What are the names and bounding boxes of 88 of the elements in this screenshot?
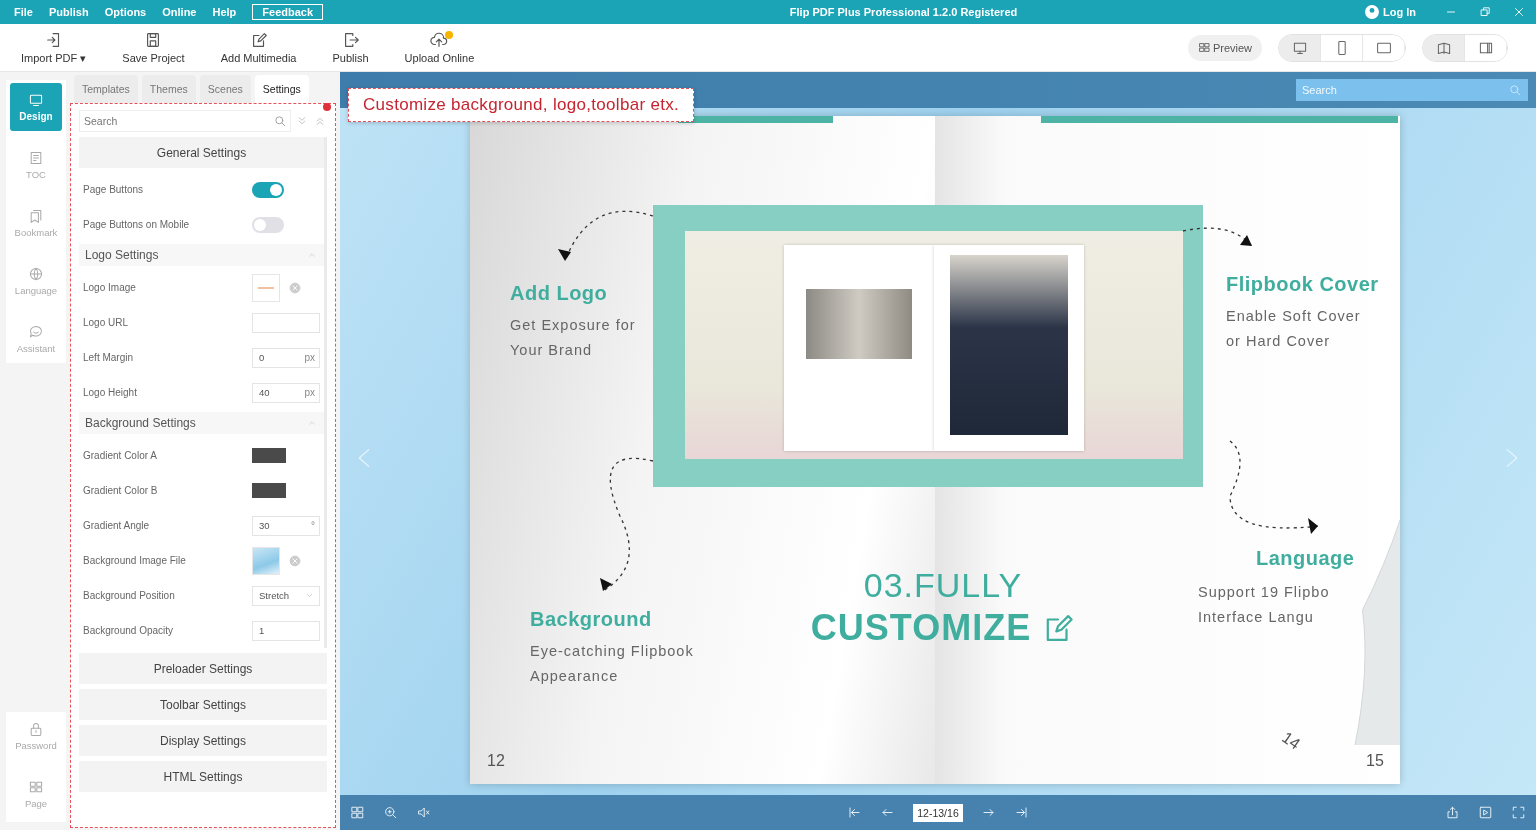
globe-icon (28, 266, 44, 282)
headline-text: CUSTOMIZE (810, 607, 1032, 649)
search-icon (1508, 83, 1522, 97)
qr-grid-icon (1197, 41, 1211, 54)
user-icon (1364, 4, 1380, 20)
coin-badge (445, 30, 454, 39)
sky-image-thumbnail[interactable] (252, 546, 280, 575)
callout-dot (323, 103, 331, 111)
settings-group-header[interactable]: Background Settings (79, 412, 324, 434)
text-field[interactable]: 30 ° (252, 515, 320, 536)
setting-label: Logo Height (83, 387, 137, 398)
page-number: 15 (1366, 752, 1384, 770)
text-field[interactable] (252, 312, 320, 333)
speaker-muted-icon (416, 805, 431, 820)
last-page-icon (1013, 805, 1029, 820)
zoom-in-icon (383, 805, 398, 820)
preview-button[interactable]: Preview (1187, 34, 1262, 61)
setting-label: Background Position (83, 590, 175, 601)
feature-heading: Add Logo (510, 282, 609, 305)
search-field[interactable]: Search (79, 110, 291, 132)
close-icon (1512, 5, 1526, 19)
view-mode-button[interactable] (1279, 34, 1321, 61)
settings-section-button[interactable]: HTML Settings (79, 761, 327, 792)
chat-bubble-icon (28, 324, 44, 340)
share-icon (1445, 805, 1460, 820)
panel-tab[interactable]: Themes (141, 75, 196, 103)
feature-description: Enable Soft Cover or Hard Cover (1226, 307, 1362, 351)
page-number: 12 (487, 752, 505, 770)
panel-tab[interactable]: Settings (254, 75, 309, 103)
setting-label: Background Image File (83, 555, 186, 566)
grid-icon (28, 779, 44, 795)
toolbar-button[interactable]: Publish (329, 26, 372, 69)
panel-tab[interactable]: Templates (74, 75, 138, 103)
window-title: Flip PDF Plus Professional 1.2.0 Registered (789, 6, 1018, 18)
dotted-arrow (1182, 227, 1253, 247)
text-field[interactable]: 40 px (252, 382, 320, 403)
lock-icon (28, 721, 44, 737)
search-icon (273, 114, 287, 128)
setting-label: Background Opacity (83, 625, 174, 636)
search-field[interactable]: Search (1296, 79, 1528, 101)
fullscreen-icon (1511, 805, 1526, 820)
thumbnails-icon (350, 805, 365, 820)
callout-note: Customize background, logo,toolbar etx. (348, 88, 694, 122)
settings-group-header[interactable]: Logo Settings (79, 244, 324, 266)
feature-description: Eye-catching Flipbook Appearance (530, 642, 694, 686)
autoplay-icon (1478, 805, 1493, 820)
import-pdf-button[interactable]: Import PDF ▾ (18, 26, 90, 69)
color-swatch[interactable] (252, 483, 286, 498)
monitor-icon (28, 92, 44, 108)
text-field[interactable]: 0 px (252, 347, 320, 368)
setting-label: Left Margin (83, 352, 134, 363)
document-list-icon (28, 150, 44, 166)
logo-thumbnail[interactable] (252, 273, 280, 302)
setting-label: Logo URL (83, 317, 129, 328)
settings-section-button[interactable]: Display Settings (79, 725, 327, 756)
feature-heading: Flipbook Cover (1226, 273, 1379, 296)
cloud-upload-icon (430, 30, 449, 49)
toggle-switch[interactable] (252, 216, 284, 233)
toolbar-button[interactable]: Upload Online (401, 26, 478, 69)
settings-section-button[interactable]: Preloader Settings (79, 653, 327, 684)
clear-icon (288, 280, 302, 295)
view-mode-button[interactable] (1423, 34, 1465, 61)
headline-text: 03.FULLY (862, 566, 1024, 605)
first-page-icon (847, 805, 863, 820)
toolbar-button[interactable]: Save Project (119, 26, 188, 69)
setting-label: Gradient Color B (83, 485, 158, 496)
bookmark-icon (28, 208, 44, 224)
setting-label: Gradient Angle (83, 520, 150, 531)
feature-description: Support 19 Flipbo Interface Langu (1198, 583, 1331, 627)
settings-section-button[interactable]: Toolbar Settings (79, 689, 327, 720)
page-number-field[interactable]: 12-13/16 (913, 803, 963, 822)
setting-label: Page Buttons (83, 184, 144, 195)
toggle-switch[interactable] (252, 181, 284, 198)
setting-label: Logo Image (83, 282, 136, 293)
feature-description: Get Exposure for Your Brand (510, 316, 636, 360)
setting-label: Gradient Color A (83, 450, 157, 461)
settings-section-button[interactable]: General Settings (79, 137, 324, 168)
text-field[interactable]: 1 (252, 620, 320, 641)
setting-label: Page Buttons on Mobile (83, 219, 190, 230)
feature-heading: Language (1256, 547, 1355, 570)
clear-icon (288, 553, 302, 568)
feature-heading: Background (530, 608, 653, 631)
color-swatch[interactable] (252, 448, 286, 463)
panel-tab[interactable]: Scenes (199, 75, 251, 103)
toolbar-button[interactable]: Add Multimedia (217, 26, 300, 69)
dropdown[interactable]: Stretch (252, 585, 320, 606)
page-number: 14 (1278, 728, 1304, 754)
restore-icon (1478, 5, 1492, 19)
